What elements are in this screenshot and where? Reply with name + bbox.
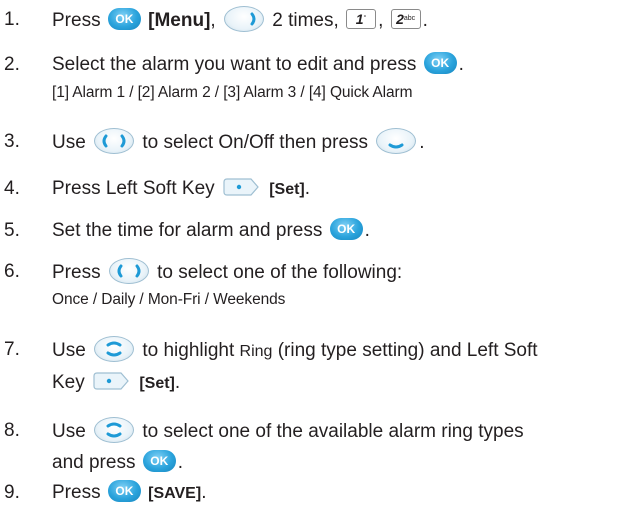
- step-text-part: to select one of the available alarm rin…: [142, 421, 524, 443]
- step-text: Select the alarm you want to edit and pr…: [52, 51, 464, 77]
- step-number: 8.: [4, 420, 20, 441]
- step-text-part: Use: [52, 421, 86, 443]
- save-label: [SAVE]: [148, 485, 202, 502]
- step-text-line2: and press OK.: [52, 449, 184, 475]
- ring-label: Ring: [239, 343, 273, 361]
- step-number: 2.: [4, 54, 20, 75]
- step-text: Set the time for alarm and press OK.: [52, 217, 370, 243]
- key-label: 2: [396, 11, 404, 27]
- step-text-part: .: [458, 54, 464, 75]
- step-text-part: .: [174, 372, 181, 393]
- step-text-part: .: [422, 10, 428, 32]
- step-number: 5.: [4, 220, 20, 241]
- alarm-options: [1] Alarm 1 / [2] Alarm 2 / [3] Alarm 3 …: [52, 84, 413, 101]
- menu-label: [Menu]: [148, 10, 211, 32]
- left-soft-key-icon: [93, 371, 131, 391]
- step-text: Use to select On/Off then press .: [52, 128, 425, 156]
- step-text-part: Press: [52, 482, 101, 503]
- set-label: [Set]: [269, 181, 305, 198]
- step-text-part: Key: [52, 372, 85, 393]
- step-text: Use to highlight Ring (ring type setting…: [52, 336, 538, 364]
- ok-key-icon: OK: [107, 479, 141, 502]
- step-text-part: (ring type setting): [277, 340, 425, 362]
- step-text-line2: Key [Set].: [52, 371, 180, 396]
- step-text-part: Press: [52, 262, 101, 284]
- set-label: [Set]: [139, 375, 175, 392]
- step-text-part: and press: [52, 452, 136, 473]
- step-text-part: to select one of the following:: [157, 262, 403, 284]
- step-number: 9.: [4, 482, 20, 503]
- step-text-part: to select On/Off then press: [142, 132, 369, 154]
- step-number: 4.: [4, 178, 20, 199]
- step-text-part: Select the alarm you want to edit and pr…: [52, 54, 417, 75]
- navigation-key-down-icon: [376, 128, 417, 154]
- step-text-part: to highlight: [142, 340, 235, 362]
- navigation-key-up-down-icon: [94, 417, 135, 443]
- step-number: 6.: [4, 261, 20, 282]
- step-text: Press OK [Menu], 2 times, 1°, 2abc.: [52, 6, 428, 34]
- step-number: 7.: [4, 339, 20, 360]
- ok-key-icon: OK: [142, 449, 176, 472]
- step-text-part: ,: [210, 10, 216, 32]
- step-text: Press to select one of the following:: [52, 258, 403, 286]
- step-text-part: .: [419, 132, 425, 154]
- ok-key-icon: OK: [107, 8, 141, 30]
- navigation-key-up-down-icon: [94, 336, 135, 362]
- step-text-part: Press: [52, 10, 101, 32]
- step-text: Use to select one of the available alarm…: [52, 417, 524, 445]
- step-text-part: .: [177, 452, 184, 473]
- step-text-part: Press Left Soft Key: [52, 178, 215, 199]
- repeat-options: Once / Daily / Mon-Fri / Weekends: [52, 291, 286, 308]
- navigation-key-left-right-icon: [108, 258, 149, 284]
- ok-key-icon: OK: [329, 217, 363, 240]
- step-text-part: .: [304, 178, 311, 199]
- step-text: Press Left Soft Key [Set].: [52, 177, 310, 202]
- step-text-part: Set the time for alarm and press: [52, 220, 323, 241]
- step-text-part: Use: [52, 340, 86, 362]
- step-text-part: .: [364, 220, 370, 241]
- key-sublabel: abc: [403, 15, 416, 22]
- key-label: 1: [355, 11, 364, 27]
- navigation-key-right-icon: [223, 6, 264, 32]
- key-1-icon: 1°: [346, 9, 377, 29]
- navigation-key-left-right-icon: [94, 128, 135, 154]
- step-number: 3.: [4, 131, 20, 152]
- step-text-part: .: [201, 482, 207, 503]
- step-text-part: ,: [378, 10, 384, 32]
- left-soft-key-icon: [223, 177, 261, 197]
- step-number: 1.: [4, 9, 20, 30]
- step-text-part: Use: [52, 132, 86, 154]
- ok-key-icon: OK: [423, 51, 457, 74]
- step-text-part: and Left Soft: [429, 340, 538, 362]
- step-text: Press OK [SAVE].: [52, 479, 207, 506]
- step-text-part: 2 times,: [272, 10, 339, 32]
- key-2-icon: 2abc: [390, 9, 421, 29]
